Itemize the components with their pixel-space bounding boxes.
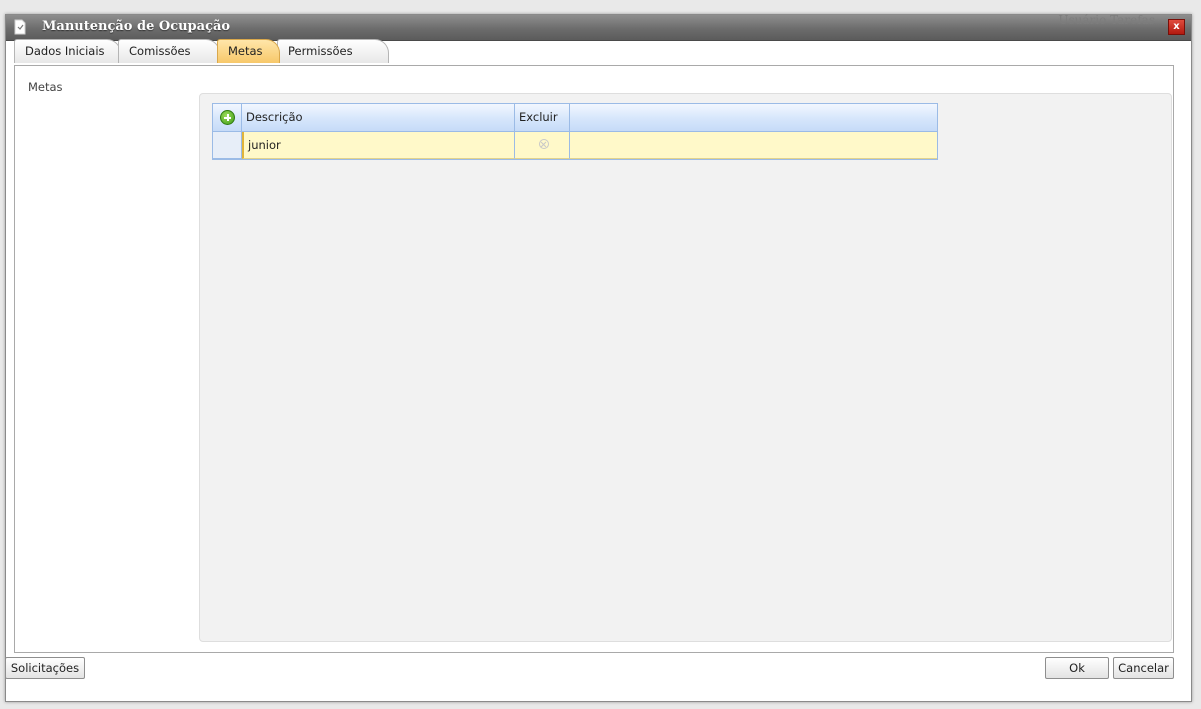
title-ghost-text: Usuário Tarefas [1058, 13, 1155, 27]
close-icon: x [1173, 21, 1180, 32]
tab-label: Dados Iniciais [25, 44, 105, 58]
metas-grid: Descrição Excluir junior [212, 103, 938, 160]
tab-bar: Dados Iniciais Comissões Metas Permissõe… [14, 35, 1174, 65]
add-icon[interactable] [220, 110, 235, 125]
column-header-filler [570, 104, 937, 131]
grid-header: Descrição Excluir [213, 104, 937, 132]
tab-label: Comissões [129, 44, 191, 58]
column-header-excluir[interactable]: Excluir [515, 104, 570, 131]
add-cell [213, 104, 242, 131]
ok-button[interactable]: Ok [1045, 657, 1109, 679]
row-selector[interactable] [213, 132, 242, 159]
tab-label: Permissões [288, 44, 353, 58]
solicitacoes-button[interactable]: Solicitações [5, 657, 85, 679]
document-icon [12, 19, 28, 35]
descricao-cell[interactable]: junior [242, 132, 515, 159]
section-label: Metas [28, 80, 63, 94]
delete-icon[interactable] [539, 139, 549, 149]
tab-comissoes[interactable]: Comissões [118, 39, 220, 63]
row-filler [570, 132, 937, 159]
close-button[interactable]: x [1168, 19, 1185, 35]
cancel-button[interactable]: Cancelar [1113, 657, 1174, 679]
table-row[interactable]: junior [213, 132, 937, 159]
tab-metas[interactable]: Metas [217, 39, 280, 63]
column-header-descricao[interactable]: Descrição [242, 104, 515, 131]
tab-dados-iniciais[interactable]: Dados Iniciais [14, 39, 121, 63]
tab-panel-metas: Metas Descrição Excluir junior [14, 65, 1174, 653]
window-title: Manutenção de Ocupação [42, 19, 231, 34]
excluir-cell [515, 132, 570, 159]
tab-permissoes[interactable]: Permissões [277, 39, 389, 63]
tab-label: Metas [228, 44, 263, 58]
metas-content: Descrição Excluir junior [199, 93, 1172, 642]
